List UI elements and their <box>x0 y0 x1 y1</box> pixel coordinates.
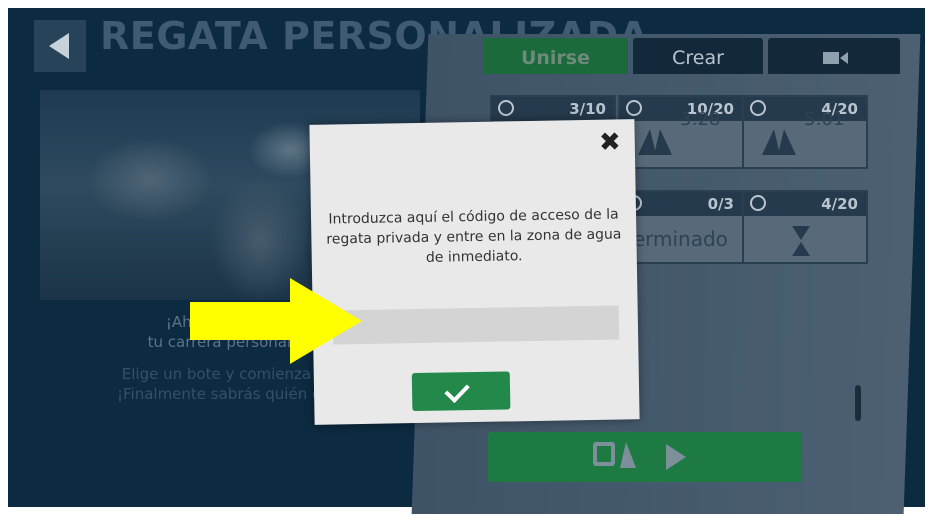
regatta-card[interactable]: 4/20 <box>742 190 868 264</box>
video-camera-lens-icon <box>840 52 848 64</box>
video-camera-icon <box>823 52 839 64</box>
countdown-time: 3:28 <box>680 109 721 130</box>
tab-crear[interactable]: Crear <box>633 38 763 74</box>
players-icon <box>498 100 514 116</box>
tab-video[interactable] <box>768 38 900 74</box>
regatta-card[interactable]: 0/3 Terminado <box>618 190 744 264</box>
play-icon <box>666 444 686 470</box>
close-icon[interactable]: ✖ <box>599 127 621 157</box>
countdown-time: 5:01 <box>804 109 845 130</box>
game-screen: REGATA PERSONALIZADA ¡Ahora puedes ju tu… <box>0 0 933 529</box>
back-button[interactable] <box>34 20 86 72</box>
sailboat-icon <box>620 442 636 468</box>
hourglass-icon <box>792 226 810 256</box>
regatta-card[interactable]: 4/20 5:01 <box>742 95 868 169</box>
checkmark-icon <box>444 377 470 404</box>
confirm-button[interactable] <box>411 371 511 412</box>
back-arrow-icon <box>49 33 69 59</box>
card-header: 3/10 <box>492 97 614 121</box>
dialog-message: Introduzca aquí el código de acceso de l… <box>326 206 622 266</box>
access-code-input[interactable] <box>332 305 620 345</box>
pointer-arrow-icon <box>190 278 362 364</box>
players-icon <box>750 100 766 116</box>
card-header: 0/3 <box>620 192 742 216</box>
regatta-status: Terminado <box>624 227 728 251</box>
player-count: 3/10 <box>569 100 606 118</box>
player-count: 4/20 <box>821 195 858 213</box>
regatta-card[interactable]: 10/20 3:28 <box>618 95 744 169</box>
players-icon <box>750 195 766 211</box>
join-private-regatta-button[interactable] <box>488 432 802 482</box>
access-code-dialog: ✖ Introduzca aquí el código de acceso de… <box>309 119 640 425</box>
player-count: 0/3 <box>707 195 734 213</box>
sailboat-icon-2 <box>654 129 672 155</box>
card-header: 4/20 <box>744 192 866 216</box>
players-icon <box>626 100 642 116</box>
lock-icon <box>593 442 615 466</box>
sailboat-icon-2 <box>778 129 796 155</box>
scrollbar-handle[interactable] <box>855 385 861 421</box>
tab-unirse[interactable]: Unirse <box>483 38 628 74</box>
